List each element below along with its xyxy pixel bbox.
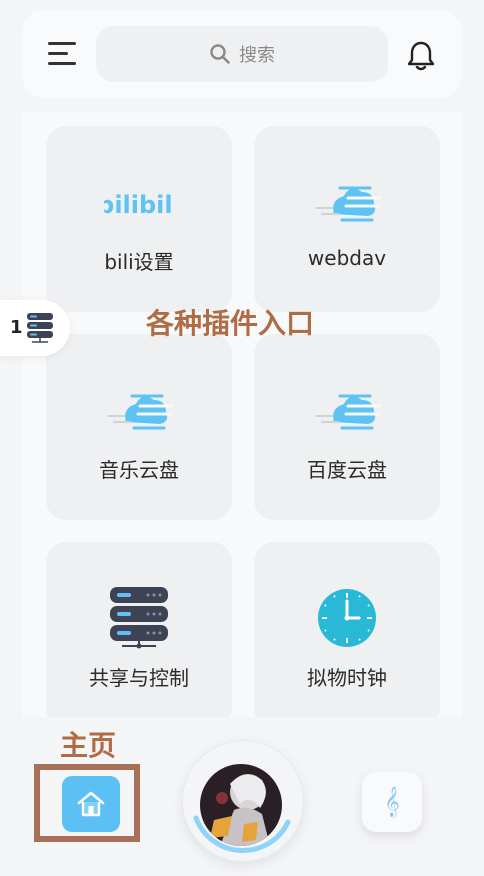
card-label: 共享与控制 xyxy=(89,666,189,690)
album-art-icon xyxy=(200,764,282,846)
top-bar: 搜索 xyxy=(22,10,462,98)
card-label: 音乐云盘 xyxy=(99,458,179,482)
menu-icon[interactable] xyxy=(48,40,80,68)
cloud-speed-icon xyxy=(315,186,382,222)
card-baidu-cloud[interactable]: 百度云盘 xyxy=(254,334,440,520)
svg-text:bilibili: bilibili xyxy=(104,191,174,219)
server-stack-icon xyxy=(110,587,168,649)
search-input[interactable]: 搜索 xyxy=(96,26,388,82)
card-label: 拟物时钟 xyxy=(307,666,387,690)
music-button[interactable]: 𝄞 xyxy=(362,772,422,832)
side-tab-number: 1 xyxy=(10,317,23,338)
side-tab[interactable]: 1 xyxy=(0,300,70,356)
annotation-home: 主页 xyxy=(60,729,117,762)
bilibili-logo-icon: bilibili xyxy=(104,191,174,219)
plugin-grid: bilibili bili设置 webdav xyxy=(22,112,462,717)
cloud-speed-icon xyxy=(315,394,382,430)
annotation-plugin-entries: 各种插件入口 xyxy=(146,307,315,340)
card-skeuo-clock[interactable]: 拟物时钟 xyxy=(254,542,440,717)
home-button[interactable] xyxy=(62,776,120,832)
search-placeholder: 搜索 xyxy=(239,45,275,66)
album-cover xyxy=(200,764,282,846)
home-icon xyxy=(77,791,105,817)
card-share-control[interactable]: 共享与控制 xyxy=(46,542,232,717)
card-bili-settings[interactable]: bilibili bili设置 xyxy=(46,126,232,312)
cloud-speed-icon xyxy=(107,394,174,430)
clock-icon xyxy=(318,589,376,647)
search-icon xyxy=(210,44,230,64)
server-icon xyxy=(27,313,53,343)
card-label: webdav xyxy=(307,246,387,270)
music-note-icon: 𝄞 xyxy=(384,786,400,817)
bell-icon[interactable] xyxy=(406,40,436,72)
card-label: 百度云盘 xyxy=(307,458,387,482)
card-label: bili设置 xyxy=(104,250,174,274)
card-music-cloud[interactable]: 音乐云盘 xyxy=(46,334,232,520)
card-webdav[interactable]: webdav xyxy=(254,126,440,312)
